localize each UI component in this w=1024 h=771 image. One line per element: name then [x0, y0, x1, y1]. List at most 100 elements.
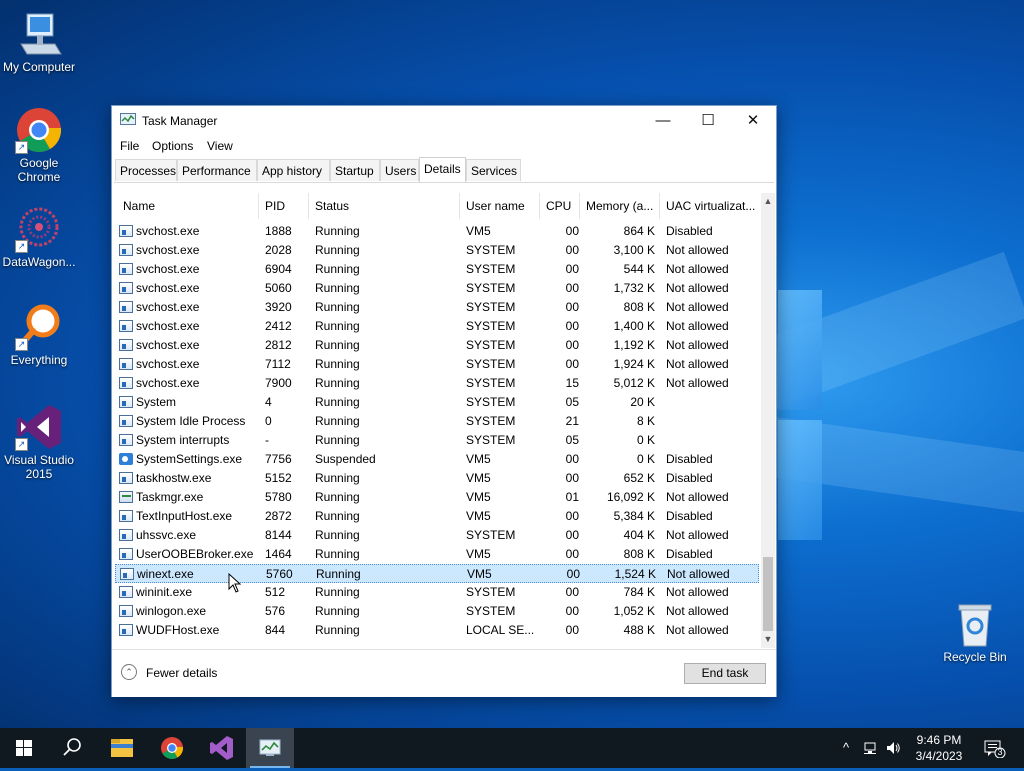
notifications-icon[interactable]: 3	[984, 740, 1006, 759]
scrollbar-thumb[interactable]	[763, 557, 773, 631]
process-uac: Not allowed	[666, 300, 729, 314]
title-bar[interactable]: Task Manager — ☐ ✕	[112, 106, 776, 135]
search-button[interactable]	[48, 728, 96, 768]
chevron-up-icon[interactable]: ⌃	[121, 664, 137, 680]
tab-users[interactable]: Users	[380, 159, 419, 181]
table-row[interactable]: System Idle Process 0 Running SYSTEM 21 8 K	[115, 412, 759, 431]
process-user: SYSTEM	[466, 300, 516, 314]
table-row[interactable]: WUDFHost.exe 844 Running LOCAL SE... 00 488 K…	[115, 621, 759, 640]
desktop-icon-visual-studio[interactable]: ↗ Visual Studio 2015	[0, 403, 78, 481]
table-row[interactable]: winlogon.exe 576 Running SYSTEM 00 1,052 K Not…	[115, 602, 759, 621]
process-user: SYSTEM	[466, 433, 516, 447]
table-row[interactable]: svchost.exe 3920 Running SYSTEM 00 808 K Not a…	[115, 298, 759, 317]
start-button[interactable]	[0, 728, 48, 768]
process-pid: 1888	[265, 224, 292, 238]
process-user: SYSTEM	[466, 604, 516, 618]
column-header-user-name[interactable]: User name	[460, 193, 540, 219]
table-row[interactable]: wininit.exe 512 Running SYSTEM 00 784 K Not al…	[115, 583, 759, 602]
column-header-memory[interactable]: Memory (a...	[580, 193, 660, 219]
menu-file[interactable]: File	[120, 139, 139, 153]
task-manager-window[interactable]: Task Manager — ☐ ✕ File Options View Pro…	[111, 105, 777, 697]
table-row[interactable]: System 4 Running SYSTEM 05 20 K	[115, 393, 759, 412]
process-cpu: 00	[565, 509, 579, 523]
process-name: svchost.exe	[136, 300, 200, 314]
close-button[interactable]: ✕	[730, 106, 776, 135]
clock-time[interactable]: 9:46 PM	[906, 733, 972, 747]
process-pid: 7756	[265, 452, 292, 466]
process-status: Running	[315, 471, 360, 485]
taskbar-chrome[interactable]	[148, 728, 196, 768]
menu-options[interactable]: Options	[152, 139, 193, 153]
table-row[interactable]: svchost.exe 6904 Running SYSTEM 00 544 K Not a…	[115, 260, 759, 279]
process-mem: 1,052 K	[613, 604, 655, 618]
menu-view[interactable]: View	[207, 139, 233, 153]
network-icon[interactable]	[863, 740, 879, 756]
table-row[interactable]: svchost.exe 1888 Running VM5 00 864 K Disabled	[115, 222, 759, 241]
table-row[interactable]: svchost.exe 2028 Running SYSTEM 00 3,100 K Not…	[115, 241, 759, 260]
table-row[interactable]: taskhostw.exe 5152 Running VM5 00 652 K Disabl…	[115, 469, 759, 488]
computer-icon	[15, 10, 63, 58]
process-cpu: 00	[565, 623, 579, 637]
table-row[interactable]: svchost.exe 7900 Running SYSTEM 15 5,012 K Not…	[115, 374, 759, 393]
fewer-details-link[interactable]: Fewer details	[146, 666, 217, 680]
tab-details[interactable]: Details	[419, 157, 466, 182]
table-row[interactable]: svchost.exe 2412 Running SYSTEM 00 1,400 K Not…	[115, 317, 759, 336]
column-header-pid[interactable]: PID	[259, 193, 309, 219]
table-row[interactable]: System interrupts - Running SYSTEM 05 0 K	[115, 431, 759, 450]
process-mem: 0 K	[636, 433, 655, 447]
process-name: SystemSettings.exe	[136, 452, 243, 466]
desktop-icon-datawagon[interactable]: ↗ DataWagon...	[0, 205, 78, 269]
process-window-icon	[119, 529, 133, 541]
process-name: taskhostw.exe	[136, 471, 212, 485]
scroll-down-arrow-icon[interactable]: ▼	[761, 631, 775, 648]
column-header-name[interactable]: Name	[115, 193, 259, 219]
taskbar-visual-studio[interactable]	[197, 728, 245, 768]
task-manager-icon	[119, 491, 133, 503]
column-header-cpu[interactable]: CPU	[540, 193, 580, 219]
clock-date[interactable]: 3/4/2023	[906, 749, 972, 763]
table-row[interactable]: svchost.exe 7112 Running SYSTEM 00 1,924 K Not…	[115, 355, 759, 374]
process-uac: Not allowed	[666, 604, 729, 618]
column-header-uac-virtualization[interactable]: UAC virtualizat...	[660, 193, 759, 219]
process-user: SYSTEM	[466, 585, 516, 599]
column-header-status[interactable]: Status	[309, 193, 460, 219]
vertical-scrollbar[interactable]: ▲ ▼	[761, 193, 775, 648]
table-row[interactable]: Taskmgr.exe 5780 Running VM5 01 16,092 K Not a…	[115, 488, 759, 507]
visual-studio-icon	[210, 736, 233, 760]
process-status: Running	[315, 433, 360, 447]
show-hidden-icons-chevron-icon[interactable]: ^	[838, 740, 854, 756]
maximize-button[interactable]: ☐	[685, 106, 731, 135]
table-row[interactable]: uhssvc.exe 8144 Running SYSTEM 00 404 K Not al…	[115, 526, 759, 545]
table-row[interactable]: SystemSettings.exe 7756 Suspended VM5 00 0 K D…	[115, 450, 759, 469]
process-window-icon	[119, 415, 133, 427]
desktop-icon-everything[interactable]: ↗ Everything	[0, 303, 78, 367]
table-row[interactable]: winext.exe 5760 Running VM5 00 1,524 K Not all…	[115, 564, 759, 583]
process-cpu: 00	[565, 243, 579, 257]
process-window-icon	[119, 434, 133, 446]
scroll-up-arrow-icon[interactable]: ▲	[761, 193, 775, 210]
tab-performance[interactable]: Performance	[177, 159, 257, 181]
tab-processes[interactable]: Processes	[115, 159, 177, 181]
table-row[interactable]: svchost.exe 2812 Running SYSTEM 00 1,192 K Not…	[115, 336, 759, 355]
desktop-icon-google-chrome[interactable]: ↗ Google Chrome	[0, 106, 78, 184]
process-details-table: ^ Name PID Status User name CPU Memory (…	[115, 193, 759, 648]
table-row[interactable]: TextInputHost.exe 2872 Running VM5 00 5,384 K…	[115, 507, 759, 526]
taskbar-task-manager[interactable]	[246, 728, 294, 768]
minimize-button[interactable]: —	[640, 106, 686, 135]
tab-services[interactable]: Services	[466, 159, 521, 181]
shortcut-arrow-icon: ↗	[15, 141, 28, 154]
process-window-icon	[119, 282, 133, 294]
process-mem: 808 K	[623, 300, 655, 314]
desktop-icon-recycle-bin[interactable]: Recycle Bin	[936, 600, 1014, 664]
process-cpu: 00	[565, 319, 579, 333]
end-task-button[interactable]: End task	[684, 663, 766, 684]
process-name: uhssvc.exe	[136, 528, 197, 542]
desktop-icon-my-computer[interactable]: My Computer	[0, 10, 78, 74]
table-row[interactable]: svchost.exe 5060 Running SYSTEM 00 1,732 K Not…	[115, 279, 759, 298]
table-row[interactable]: UserOOBEBroker.exe 1464 Running VM5 00 808 K D…	[115, 545, 759, 564]
tab-app-history[interactable]: App history	[257, 159, 330, 181]
taskbar-file-explorer[interactable]	[98, 728, 146, 768]
volume-icon[interactable]	[885, 740, 901, 756]
process-pid: 5152	[265, 471, 292, 485]
tab-startup[interactable]: Startup	[330, 159, 380, 181]
